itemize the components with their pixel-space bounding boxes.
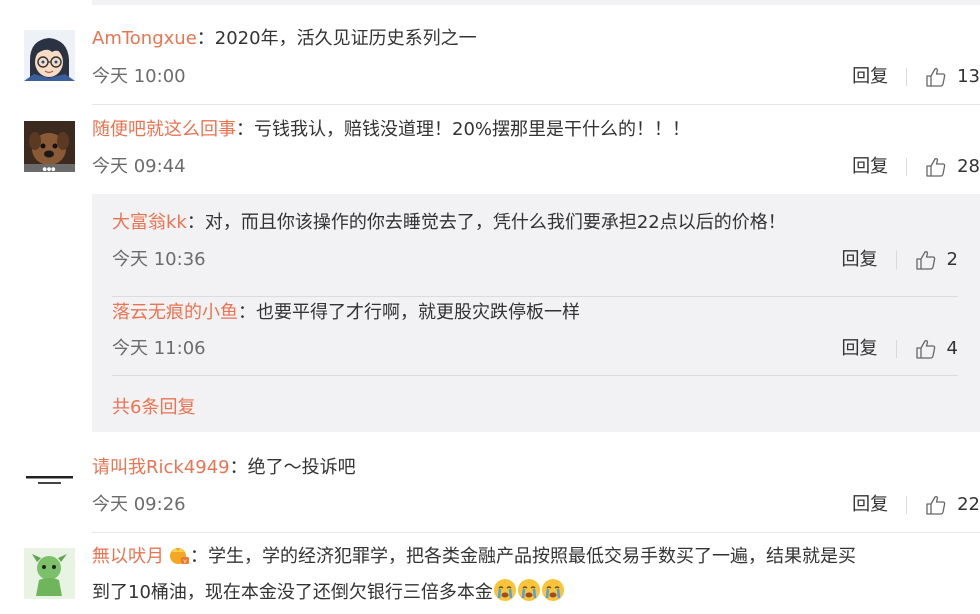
comment-actions: 回复 22 <box>852 493 980 517</box>
avatar[interactable] <box>24 548 75 599</box>
comment-content: 無以吠月 v ：学生，学的经济犯罪学，把各类金融产品按照最低交易手数买了一遍，结果就… <box>92 544 980 570</box>
action-separator <box>906 68 908 86</box>
comment-divider <box>92 104 980 105</box>
comment-actions: 回复 13 <box>852 65 980 89</box>
action-separator <box>895 340 897 358</box>
comment-actions: 回复 28 <box>852 155 980 179</box>
comment-content: AmTongxue：2020年，活久见证历史系列之一 <box>92 26 980 52</box>
comment-text: 绝了～投诉吧 <box>247 457 356 478</box>
reply-time: 今天 11:06 <box>112 338 206 359</box>
username-link[interactable]: 大富翁kk <box>112 212 187 233</box>
reply-divider <box>112 375 958 376</box>
reply-content: 落云无痕的小鱼：也要平得了才行啊，就更股灾跌停板一样 <box>112 300 958 326</box>
username-link[interactable]: 随便吧就这么回事 <box>92 119 236 140</box>
comment-text-line1: 学生，学的经济犯罪学，把各类金融产品按照最低交易手数买了一遍，结果就是买 <box>208 546 856 567</box>
avatar[interactable] <box>24 30 75 81</box>
comment-divider <box>92 532 980 533</box>
svg-text:v: v <box>183 558 187 565</box>
like-button[interactable]: 22 <box>925 493 980 517</box>
colon: ： <box>229 457 248 478</box>
username-link[interactable]: 请叫我Rick4949 <box>92 457 230 478</box>
reply-button[interactable]: 回复 <box>852 493 888 517</box>
colon: ： <box>196 28 215 49</box>
vip-crown-badge-icon[interactable]: v <box>168 545 190 565</box>
username-link[interactable]: AmTongxue <box>92 28 197 49</box>
comment-text: 2020年，活久见证历史系列之一 <box>214 28 477 49</box>
reply-thread: 大富翁kk：对，而且你该操作的你去睡觉去了，凭什么我们要承担22点以后的价格！ … <box>92 194 980 432</box>
comment-content-line2: 到了10桶油，现在本金没了还倒欠银行三倍多本金 <box>92 578 980 606</box>
crying-emoji-icon <box>517 579 540 601</box>
more-replies-link[interactable]: 共6条回复 <box>112 393 195 419</box>
crying-emoji-icon <box>493 579 516 601</box>
reply-divider <box>112 296 958 297</box>
reply-actions: 回复 4 <box>842 337 958 361</box>
reply-actions: 回复 2 <box>842 248 958 272</box>
like-count: 4 <box>946 338 958 359</box>
thumbs-up-icon <box>926 68 946 87</box>
thumbs-up-icon <box>915 251 935 270</box>
reply-button[interactable]: 回复 <box>852 65 888 89</box>
like-button[interactable]: 28 <box>925 155 980 179</box>
colon: ： <box>186 212 205 233</box>
reply-text: 也要平得了才行啊，就更股灾跌停板一样 <box>256 302 580 323</box>
comment-time: 今天 09:44 <box>92 156 186 177</box>
like-count: 22 <box>957 494 980 515</box>
like-button[interactable]: 4 <box>915 337 958 361</box>
thumbs-up-icon <box>926 496 946 515</box>
avatar[interactable] <box>24 459 75 510</box>
comment-content: 随便吧就这么回事：亏钱我认，赔钱没道理！20%摆那里是干什么的！！！ <box>92 117 980 143</box>
reply-time: 今天 10:36 <box>112 249 206 270</box>
comment-text-line2: 到了10桶油，现在本金没了还倒欠银行三倍多本金 <box>92 582 493 603</box>
action-separator <box>906 158 908 176</box>
comment-time: 今天 10:00 <box>92 66 186 87</box>
action-separator <box>895 251 897 269</box>
crying-emoji-icon <box>541 579 564 601</box>
reply-button[interactable]: 回复 <box>842 337 878 361</box>
reply-button[interactable]: 回复 <box>852 155 888 179</box>
action-separator <box>906 496 908 514</box>
like-button[interactable]: 13 <box>925 65 980 89</box>
colon: ： <box>236 119 254 140</box>
username-link[interactable]: 落云无痕的小鱼 <box>112 302 238 323</box>
comment-text: 亏钱我认，赔钱没道理！20%摆那里是干什么的！！！ <box>254 119 691 140</box>
reply-item: 落云无痕的小鱼：也要平得了才行啊，就更股灾跌停板一样 今天 11:06 回复 4 <box>112 300 958 376</box>
thumbs-up-icon <box>915 340 935 359</box>
comment-time: 今天 09:26 <box>92 494 186 515</box>
colon: ： <box>190 546 208 567</box>
thumbs-up-icon <box>926 158 946 177</box>
comment-content: 请叫我Rick4949：绝了～投诉吧 <box>92 455 980 481</box>
reply-item: 大富翁kk：对，而且你该操作的你去睡觉去了，凭什么我们要承担22点以后的价格！ … <box>112 210 958 297</box>
reply-text: 对，而且你该操作的你去睡觉去了，凭什么我们要承担22点以后的价格！ <box>204 212 786 233</box>
like-count: 2 <box>946 249 958 270</box>
username-link[interactable]: 無以吠月 <box>92 546 164 567</box>
reply-button[interactable]: 回复 <box>842 248 878 272</box>
reply-content: 大富翁kk：对，而且你该操作的你去睡觉去了，凭什么我们要承担22点以后的价格！ <box>112 210 958 236</box>
like-button[interactable]: 2 <box>915 248 958 272</box>
colon: ： <box>238 302 256 323</box>
like-count: 28 <box>957 156 980 177</box>
previous-reply-box-edge <box>92 0 980 5</box>
avatar[interactable]: ●●● <box>24 121 75 172</box>
like-count: 13 <box>957 66 980 87</box>
svg-text:●●●: ●●● <box>42 167 56 173</box>
